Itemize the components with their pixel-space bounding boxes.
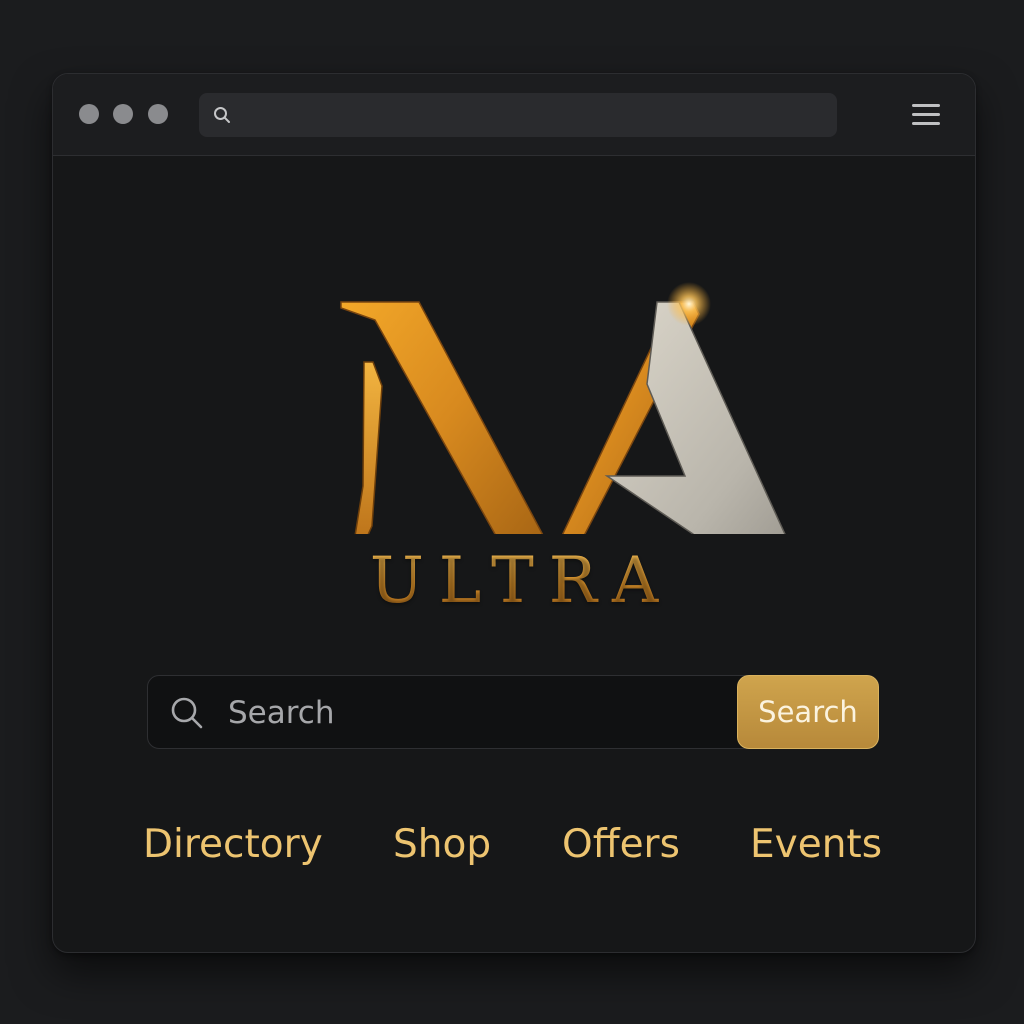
window-control-dot[interactable]	[113, 104, 133, 124]
search-button[interactable]: Search	[737, 675, 879, 749]
brand-name: ULTRA	[53, 544, 975, 618]
main-nav: Directory Shop Offers Events	[53, 822, 975, 872]
search-bar: Search	[147, 675, 879, 750]
nav-link-directory[interactable]: Directory	[143, 822, 323, 867]
browser-window: ULTRA Search Directory Shop Offers Event…	[52, 73, 976, 953]
window-control-dot[interactable]	[79, 104, 99, 124]
search-icon	[171, 697, 203, 729]
nav-link-shop[interactable]: Shop	[393, 822, 491, 867]
hamburger-menu-icon[interactable]	[909, 102, 943, 128]
nav-link-offers[interactable]: Offers	[562, 822, 680, 867]
search-icon	[214, 107, 230, 123]
ma-monogram-logo	[340, 282, 786, 534]
nav-link-events[interactable]: Events	[750, 822, 882, 867]
address-input[interactable]	[241, 93, 825, 139]
browser-toolbar	[53, 74, 975, 156]
address-bar[interactable]	[199, 93, 837, 139]
search-input[interactable]	[226, 676, 730, 750]
window-control-dot[interactable]	[148, 104, 168, 124]
